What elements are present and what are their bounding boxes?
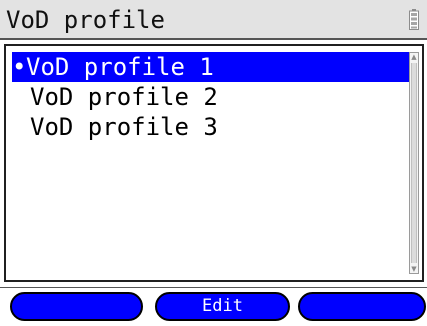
title-bar: VoD profile	[0, 0, 427, 40]
page-title: VoD profile	[6, 6, 165, 34]
softkey-bar: Edit	[0, 287, 427, 326]
vod-profile-screen: VoD profile •VoD profile 1 VoD profile 2…	[0, 0, 427, 326]
profile-list-panel: •VoD profile 1 VoD profile 2 VoD profile…	[4, 44, 424, 282]
battery-icon	[409, 9, 419, 30]
edit-button[interactable]: Edit	[155, 292, 290, 321]
profile-list: •VoD profile 1 VoD profile 2 VoD profile…	[12, 52, 410, 142]
list-item-label: VoD profile 2	[30, 83, 218, 111]
scroll-up-arrow-icon[interactable]: ▲	[410, 53, 418, 61]
left-softkey-button[interactable]	[10, 292, 143, 321]
list-item-vod-profile-2[interactable]: VoD profile 2	[12, 82, 410, 112]
list-item-vod-profile-1[interactable]: •VoD profile 1	[12, 52, 410, 82]
list-item-label: VoD profile 3	[30, 113, 218, 141]
list-scrollbar[interactable]: ▲ ▼	[409, 52, 419, 274]
list-item-label: VoD profile 1	[26, 53, 214, 81]
right-softkey-button[interactable]	[298, 292, 426, 321]
selection-bullet: •	[12, 53, 27, 81]
scroll-thumb[interactable]	[411, 63, 417, 263]
list-item-vod-profile-3[interactable]: VoD profile 3	[12, 112, 410, 142]
scroll-down-arrow-icon[interactable]: ▼	[410, 265, 418, 273]
